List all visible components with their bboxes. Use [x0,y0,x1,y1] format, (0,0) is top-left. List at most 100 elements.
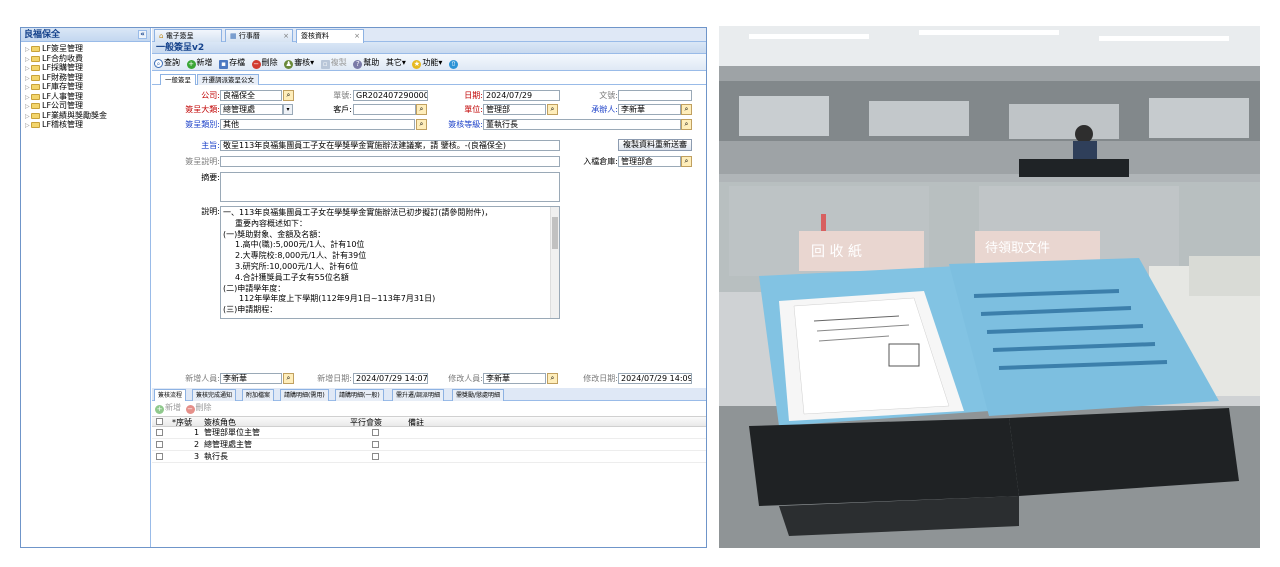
creator-field[interactable]: 李新華 [220,373,282,384]
unit-label: 單位: [464,105,483,114]
main-panel: ⌂ 電子簽呈 ▦ 行事曆 × 簽核資料 × 一般簽呈v2 ⌕ 查詢 + 新增 ▪ 存檔 −… [152,28,706,547]
wenhao-field[interactable] [618,90,692,101]
description-line: (一)獎助對象、金額及名額： [223,229,326,239]
table-row[interactable]: 3 執行長 [152,451,706,463]
grid-add-button[interactable]: + 新增 [155,403,181,414]
tree-item[interactable]: ▷ LF採購管理 [21,63,150,73]
subtab-promotion[interactable]: 升遷調派簽呈公文 [197,74,259,85]
description-line: 3.研究所:10,000元/1人、計有6位 [235,261,359,271]
tab-purchase-general[interactable]: 請購明細(一般) [335,389,384,401]
review-button[interactable]: ♟ 審核▾ [284,54,314,71]
tab-promotion-detail[interactable]: 需升遷/調派明細 [392,389,445,401]
tree-item[interactable]: ▷ LF庫存管理 [21,82,150,92]
tab-reward-detail[interactable]: 需獎勵/懲處明細 [452,389,505,401]
tree-item-label: LF合約收費 [42,53,84,63]
table-row[interactable]: 1 管理部單位主管 [152,427,706,439]
grid-delete-button[interactable]: − 刪除 [185,403,212,414]
upload-button[interactable]: ⇧ [448,54,459,71]
select-all-checkbox[interactable] [156,418,163,425]
type-field[interactable]: 其他 [220,119,415,130]
scroll-thumb[interactable] [552,217,558,249]
table-row[interactable]: 2 總管理處主管 [152,439,706,451]
function-menu[interactable]: ★ 功能▾ [412,54,442,71]
subject-field[interactable]: 敬呈113年良福集團員工子女在學獎學金實施辦法建議案，請 鑒核。-(良福保全) [220,140,560,151]
lookup-icon[interactable]: ⌕ [416,119,427,130]
tab-purchase-need[interactable]: 請購明細(需用) [280,389,329,401]
copy-button[interactable]: ▫ 複製 [320,54,347,71]
collapse-icon[interactable]: « [138,30,147,39]
tree-item[interactable]: ▷ LF簽呈管理 [21,44,150,54]
level-field[interactable]: 董執行長 [483,119,681,130]
parallel-checkbox[interactable] [372,453,379,460]
handler-field[interactable]: 李新華 [618,104,681,115]
date-field[interactable]: 2024/07/29 [483,90,560,101]
sidebar-header: 良福保全 « [21,28,150,42]
row-role: 執行長 [204,452,228,461]
close-icon[interactable]: × [283,30,289,42]
signing-grid: *序號 簽核角色 平行會簽 備註 1 管理部單位主管 2 總管理處主管 3 執行… [152,416,706,463]
tree-item[interactable]: ▷ LF公司管理 [21,101,150,111]
description-scrollbar[interactable] [550,207,559,318]
folder-icon [31,74,40,81]
lookup-icon[interactable]: ⌕ [416,104,427,115]
other-menu[interactable]: 其它▾ [386,54,406,71]
lookup-icon[interactable]: ⌕ [681,104,692,115]
tree-item[interactable]: ▷ LF業績與獎勵獎金 [21,111,150,121]
row-checkbox[interactable] [156,453,163,460]
folder-icon [31,55,40,62]
tab-attachments[interactable]: 附加檔案 [242,389,275,401]
lookup-icon[interactable]: ⌕ [681,156,692,167]
erp-window: 良福保全 « ▷ LF簽呈管理 ▷ LF合約收費 ▷ LF採購管理 ▷ LF財務管理 ▷… [20,27,707,548]
tree-item[interactable]: ▷ LF稽核管理 [21,120,150,130]
help-button[interactable]: ? 幫助 [353,54,379,71]
description-line: (二)申請學年度： [223,283,286,293]
modifier-field[interactable]: 李新華 [483,373,546,384]
query-button[interactable]: ⌕ 查詢 [154,54,180,71]
tab-completion-notice[interactable]: 簽核完成通知 [192,389,237,401]
note-field[interactable] [220,156,560,167]
row-checkbox[interactable] [156,429,163,436]
customer-label: 客戶: [333,105,352,114]
row-role: 管理部單位主管 [204,428,260,437]
tree-item[interactable]: ▷ LF人事管理 [21,92,150,102]
summary-textarea[interactable] [220,172,560,202]
tree-item[interactable]: ▷ LF合約收費 [21,54,150,64]
company-field[interactable]: 良福保全 [220,90,282,101]
created-field[interactable]: 2024/07/29 14:07 [353,373,428,384]
unit-field[interactable]: 管理部 [483,104,546,115]
chevron-down-icon[interactable]: ▾ [283,104,293,115]
save-button[interactable]: ▪ 存檔 [219,54,245,71]
modified-field[interactable]: 2024/07/29 14:09 [618,373,692,384]
lookup-icon[interactable]: ⌕ [681,119,692,130]
parallel-checkbox[interactable] [372,441,379,448]
close-icon[interactable]: × [354,30,360,42]
parallel-checkbox[interactable] [372,429,379,436]
category-select[interactable]: 總管理處 [220,104,283,115]
people-icon: ♟ [284,60,294,69]
folder-icon [31,65,40,71]
tab-signing-flow[interactable]: 簽核流程 [154,389,187,401]
tab-signing-data[interactable]: 簽核資料 × [296,29,364,43]
lookup-icon[interactable]: ⌕ [547,104,558,115]
creator-label: 新增人員: [185,374,220,383]
row-checkbox[interactable] [156,441,163,448]
subtab-general[interactable]: 一般簽呈 [160,74,196,85]
copy-icon: ▫ [320,60,330,69]
tab-e-signing[interactable]: ⌂ 電子簽呈 [154,29,222,42]
modifier-label: 修改人員: [448,374,483,383]
lookup-icon[interactable]: ⌕ [283,90,294,101]
lookup-icon[interactable]: ⌕ [547,373,558,384]
delete-button[interactable]: − 刪除 [251,54,278,71]
add-button[interactable]: + 新增 [186,54,213,71]
tab-calendar[interactable]: ▦ 行事曆 × [225,29,293,42]
customer-field[interactable] [353,104,416,115]
tree-item-label: LF簽呈管理 [42,44,84,53]
archive-field[interactable]: 管理部倉 [618,156,681,167]
tree-item[interactable]: ▷ LF財務管理 [21,73,150,83]
copy-resubmit-button[interactable]: 複製資料重新送審 [618,139,692,151]
docno-field[interactable]: GR2024072900007 [353,90,428,101]
tab-label: 行事曆 [238,32,260,40]
description-line: 4.合計獲獎員工子女有55位名額 [235,272,349,282]
description-textarea[interactable]: 一、113年良福集團員工子女在學獎學金實施辦法已初步擬訂(請參閱附件)， 重要內… [220,206,560,319]
lookup-icon[interactable]: ⌕ [283,373,294,384]
